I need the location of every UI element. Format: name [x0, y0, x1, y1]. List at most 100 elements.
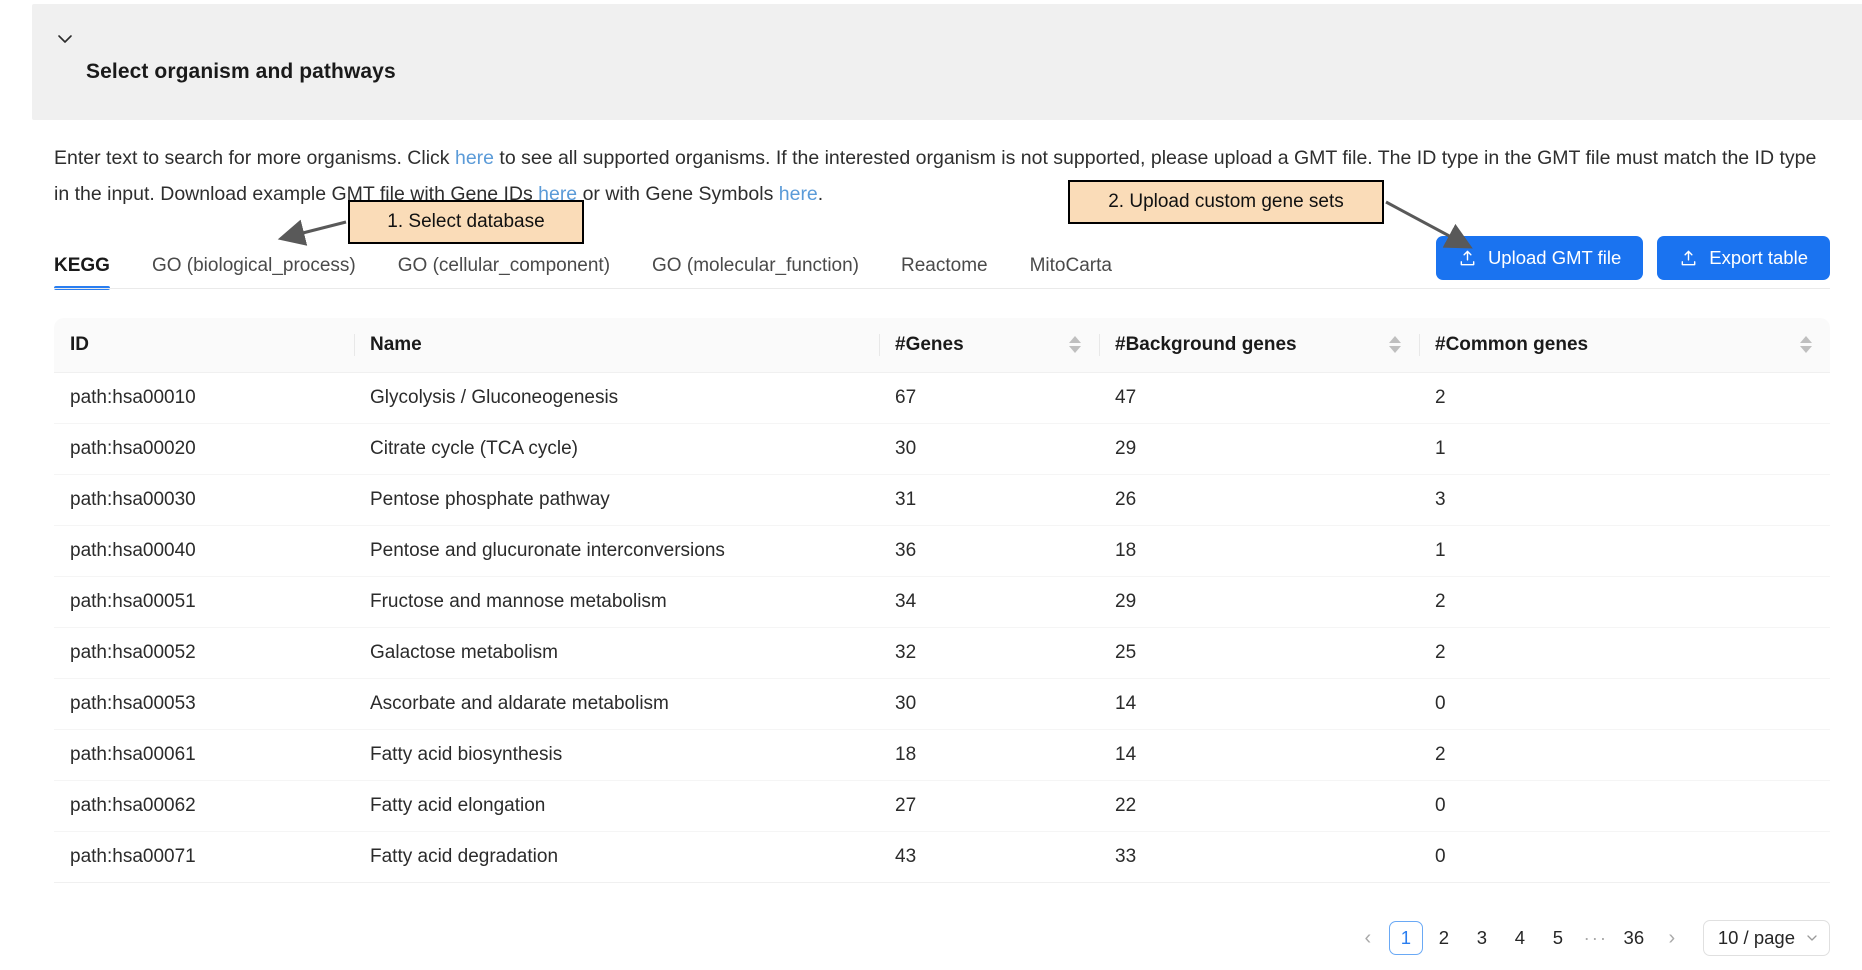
database-tabs: KEGG GO (biological_process) GO (cellula… — [54, 245, 1154, 289]
tabs-divider — [54, 288, 1830, 289]
cell-id: path:hsa00020 — [54, 423, 354, 474]
cell-name: Pentose phosphate pathway — [354, 474, 879, 525]
pagination-page-2[interactable]: 2 — [1427, 921, 1461, 955]
cell-id: path:hsa00040 — [54, 525, 354, 576]
annotation-callout-select-database: 1. Select database — [348, 200, 584, 244]
table-row[interactable]: path:hsa00051 Fructose and mannose metab… — [54, 576, 1830, 627]
supported-organisms-link[interactable]: here — [455, 147, 494, 169]
chevron-down-icon[interactable] — [52, 26, 78, 52]
cell-genes: 31 — [879, 474, 1099, 525]
table-actions: Upload GMT file Export table — [1436, 236, 1830, 280]
cell-genes: 67 — [879, 372, 1099, 423]
pagination-last-page[interactable]: 36 — [1617, 921, 1651, 955]
pathway-table: ID Name #Genes #Background genes — [54, 318, 1830, 883]
pagination: ‹ 1 2 3 4 5 ··· 36 › 10 / page — [1351, 920, 1830, 956]
column-header-background-genes[interactable]: #Background genes — [1099, 318, 1419, 372]
upload-gmt-file-label: Upload GMT file — [1488, 247, 1621, 269]
table-row[interactable]: path:hsa00052 Galactose metabolism 32 25… — [54, 627, 1830, 678]
sort-icon-background-genes[interactable] — [1389, 336, 1401, 353]
cell-common-genes: 1 — [1419, 525, 1830, 576]
cell-name: Fatty acid degradation — [354, 831, 879, 882]
pagination-page-4[interactable]: 4 — [1503, 921, 1537, 955]
cell-background-genes: 25 — [1099, 627, 1419, 678]
upload-icon — [1458, 249, 1477, 268]
column-header-common-genes[interactable]: #Common genes — [1419, 318, 1830, 372]
cell-id: path:hsa00030 — [54, 474, 354, 525]
pagination-prev-button[interactable]: ‹ — [1351, 921, 1385, 955]
cell-id: path:hsa00061 — [54, 729, 354, 780]
column-header-genes[interactable]: #Genes — [879, 318, 1099, 372]
pagination-page-3[interactable]: 3 — [1465, 921, 1499, 955]
export-table-label: Export table — [1709, 247, 1808, 269]
tab-reactome[interactable]: Reactome — [901, 255, 988, 289]
table-header-row: ID Name #Genes #Background genes — [54, 318, 1830, 372]
cell-genes: 36 — [879, 525, 1099, 576]
table-row[interactable]: path:hsa00071 Fatty acid degradation 43 … — [54, 831, 1830, 882]
desc-part-4: . — [818, 183, 823, 205]
cell-id: path:hsa00052 — [54, 627, 354, 678]
tab-mitocarta[interactable]: MitoCarta — [1030, 255, 1112, 289]
column-label-genes: #Genes — [895, 334, 964, 356]
cell-common-genes: 2 — [1419, 729, 1830, 780]
column-label-name: Name — [370, 334, 422, 356]
cell-common-genes: 3 — [1419, 474, 1830, 525]
upload-gmt-file-button[interactable]: Upload GMT file — [1436, 236, 1643, 280]
table-row[interactable]: path:hsa00030 Pentose phosphate pathway … — [54, 474, 1830, 525]
table-row[interactable]: path:hsa00040 Pentose and glucuronate in… — [54, 525, 1830, 576]
cell-background-genes: 33 — [1099, 831, 1419, 882]
cell-common-genes: 0 — [1419, 831, 1830, 882]
column-label-id: ID — [70, 334, 89, 356]
chevron-down-icon — [1805, 931, 1819, 945]
cell-name: Fatty acid elongation — [354, 780, 879, 831]
cell-background-genes: 29 — [1099, 423, 1419, 474]
sort-icon-genes[interactable] — [1069, 336, 1081, 353]
table-body: path:hsa00010 Glycolysis / Gluconeogenes… — [54, 372, 1830, 882]
cell-id: path:hsa00051 — [54, 576, 354, 627]
desc-part-1: Enter text to search for more organisms.… — [54, 147, 455, 169]
table-row[interactable]: path:hsa00053 Ascorbate and aldarate met… — [54, 678, 1830, 729]
export-table-button[interactable]: Export table — [1657, 236, 1830, 280]
page-size-select[interactable]: 10 / page — [1703, 920, 1830, 956]
table-row[interactable]: path:hsa00020 Citrate cycle (TCA cycle) … — [54, 423, 1830, 474]
pagination-page-5[interactable]: 5 — [1541, 921, 1575, 955]
cell-name: Glycolysis / Gluconeogenesis — [354, 372, 879, 423]
pagination-next-button[interactable]: › — [1655, 921, 1689, 955]
cell-name: Fatty acid biosynthesis — [354, 729, 879, 780]
tab-kegg[interactable]: KEGG — [54, 255, 110, 289]
tab-go-molecular-function[interactable]: GO (molecular_function) — [652, 255, 859, 289]
cell-name: Ascorbate and aldarate metabolism — [354, 678, 879, 729]
cell-genes: 27 — [879, 780, 1099, 831]
cell-genes: 43 — [879, 831, 1099, 882]
cell-background-genes: 47 — [1099, 372, 1419, 423]
column-header-id: ID — [54, 318, 354, 372]
cell-name: Citrate cycle (TCA cycle) — [354, 423, 879, 474]
cell-background-genes: 29 — [1099, 576, 1419, 627]
description-text: Enter text to search for more organisms.… — [54, 140, 1824, 212]
cell-background-genes: 18 — [1099, 525, 1419, 576]
table-row[interactable]: path:hsa00062 Fatty acid elongation 27 2… — [54, 780, 1830, 831]
download-icon — [1679, 249, 1698, 268]
pagination-page-1[interactable]: 1 — [1389, 921, 1423, 955]
cell-name: Fructose and mannose metabolism — [354, 576, 879, 627]
column-label-background-genes: #Background genes — [1115, 334, 1297, 356]
page-title: Select organism and pathways — [86, 60, 396, 84]
table-row[interactable]: path:hsa00010 Glycolysis / Gluconeogenes… — [54, 372, 1830, 423]
pagination-ellipsis[interactable]: ··· — [1579, 927, 1613, 949]
cell-id: path:hsa00071 — [54, 831, 354, 882]
cell-common-genes: 2 — [1419, 627, 1830, 678]
cell-background-genes: 14 — [1099, 729, 1419, 780]
cell-name: Galactose metabolism — [354, 627, 879, 678]
desc-part-3: or with Gene Symbols — [577, 183, 779, 205]
cell-common-genes: 0 — [1419, 780, 1830, 831]
tab-go-cellular-component[interactable]: GO (cellular_component) — [398, 255, 610, 289]
tab-go-biological-process[interactable]: GO (biological_process) — [152, 255, 356, 289]
gene-symbols-gmt-link[interactable]: here — [779, 183, 818, 205]
pathway-selection-page: Select organism and pathways Enter text … — [0, 0, 1862, 970]
cell-common-genes: 2 — [1419, 576, 1830, 627]
table-row[interactable]: path:hsa00061 Fatty acid biosynthesis 18… — [54, 729, 1830, 780]
column-label-common-genes: #Common genes — [1435, 334, 1588, 356]
cell-id: path:hsa00053 — [54, 678, 354, 729]
sort-icon-common-genes[interactable] — [1800, 336, 1812, 353]
cell-genes: 18 — [879, 729, 1099, 780]
column-header-name: Name — [354, 318, 879, 372]
